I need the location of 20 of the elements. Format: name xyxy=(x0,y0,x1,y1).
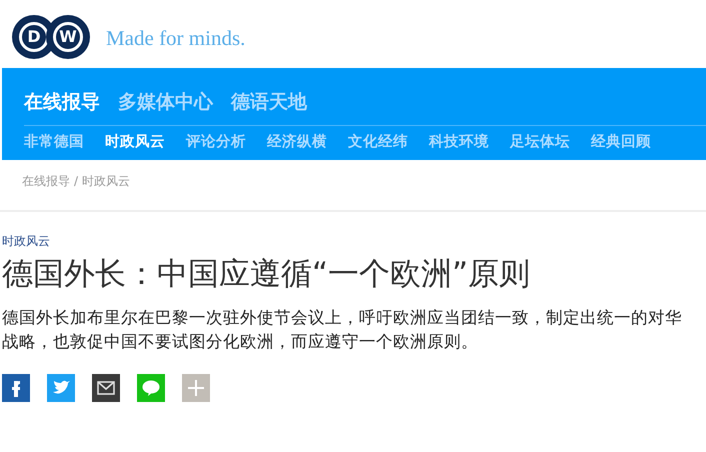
sub-nav-tab[interactable]: 足坛体坛 xyxy=(510,132,570,154)
sub-nav-tab[interactable]: 文化经纬 xyxy=(348,132,408,154)
breadcrumb-link[interactable]: 时政风云 xyxy=(82,172,130,210)
share-button[interactable] xyxy=(2,374,30,402)
sub-nav-tab[interactable]: 经典回顾 xyxy=(591,132,651,154)
breadcrumb-separator: / xyxy=(74,173,78,190)
category-link[interactable]: 时政风云 xyxy=(2,232,706,250)
main-nav-tab[interactable]: 德语天地 xyxy=(231,88,307,117)
main-nav-tab[interactable]: 在线报导 xyxy=(24,88,100,117)
sub-nav-tab[interactable]: 非常德国 xyxy=(24,132,84,154)
lead-paragraph: 德国外长加布里尔在巴黎一次驻外使节会议上，呼吁欧洲应当团结一致，制定出统一的对华战略，也敦促中国不要试图分化欧洲，而应遵守一个欧洲原则。 xyxy=(2,307,683,354)
share-button[interactable] xyxy=(92,374,120,402)
headline: 德国外长：中国应遵循“一个欧洲”原则 xyxy=(2,255,532,294)
sub-nav-tab[interactable]: 经济纵横 xyxy=(267,132,327,154)
sub-nav-tab[interactable]: 科技环境 xyxy=(429,132,489,154)
sub-nav-tab[interactable]: 时政风云 xyxy=(105,132,165,154)
sub-nav-tab[interactable]: 评论分析 xyxy=(186,132,246,154)
breadcrumb-link[interactable]: 在线报导 xyxy=(22,172,70,210)
tagline: Made for minds. xyxy=(106,25,246,52)
main-nav-tab[interactable]: 多媒体中心 xyxy=(118,88,213,117)
